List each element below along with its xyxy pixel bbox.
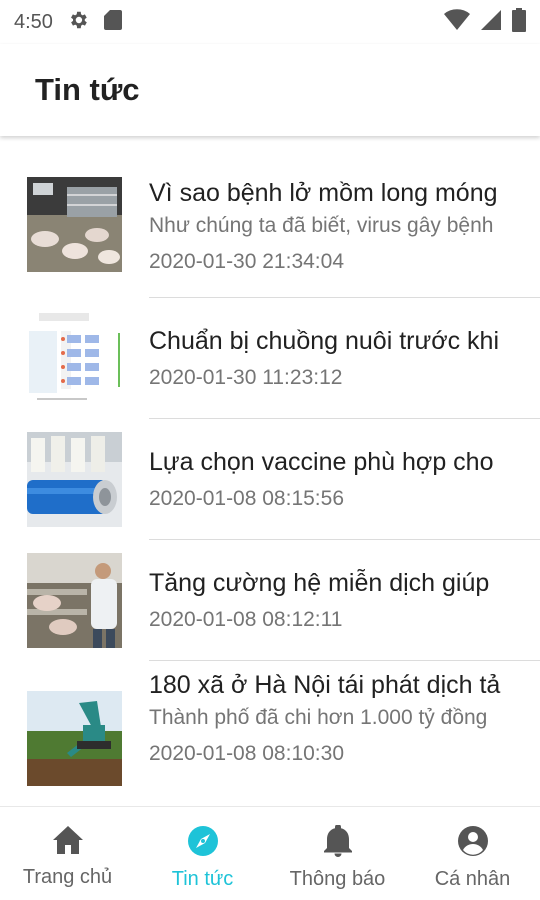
news-title: Tăng cường hệ miễn dịch giúp [149,568,490,597]
wifi-icon [444,8,470,36]
news-item[interactable]: Vì sao bệnh lở mồm long móng Như chúng t… [0,136,540,298]
news-list: Vì sao bệnh lở mồm long móng Như chúng t… [0,136,540,806]
status-bar: 4:50 [0,0,540,44]
news-date: 2020-01-30 21:34:04 [149,250,344,273]
news-item[interactable]: Lựa chọn vaccine phù hợp cho 2020-01-08 … [0,419,540,540]
news-thumbnail [27,553,122,648]
page-title: Tin tức [35,72,140,107]
sd-card-icon [103,9,123,36]
news-item[interactable]: Tăng cường hệ miễn dịch giúp 2020-01-08 … [0,540,540,661]
news-summary: Như chúng ta đã biết, virus gây bệnh [149,214,494,237]
app-bar: Tin tức [0,44,540,136]
settings-icon [67,9,89,36]
news-thumbnail [27,177,122,272]
nav-item-news[interactable]: Tin tức [135,807,270,900]
battery-icon [512,7,526,37]
news-item[interactable]: 180 xã ở Hà Nội tái phát dịch tả Thành p… [0,661,540,806]
nav-item-profile[interactable]: Cá nhân [405,807,540,900]
news-thumbnail [27,432,122,527]
nav-label: Cá nhân [434,868,511,890]
news-date: 2020-01-30 11:23:12 [149,365,343,389]
home-icon [52,825,84,860]
news-date: 2020-01-08 08:12:11 [149,607,343,631]
bell-icon [323,824,352,862]
news-summary: Thành phố đã chi hơn 1.000 tỷ đồng [149,706,488,729]
nav-item-notifications[interactable]: Thông báo [270,807,405,900]
news-title: Vì sao bệnh lở mồm long móng [149,179,498,207]
news-title: Lựa chọn vaccine phù hợp cho [149,447,494,476]
status-time: 4:50 [14,10,53,33]
bottom-navigation: Trang chủ Tin tức Thông báo Cá nhân [0,806,540,900]
news-thumbnail [27,691,122,786]
news-item[interactable]: Chuẩn bị chuồng nuôi trước khi 2020-01-3… [0,298,540,419]
news-date: 2020-01-08 08:10:30 [149,742,344,765]
account-circle-icon [457,825,489,862]
nav-item-home[interactable]: Trang chủ [0,807,135,900]
news-date: 2020-01-08 08:15:56 [149,486,344,510]
news-title: Chuẩn bị chuồng nuôi trước khi [149,326,499,355]
compass-icon [187,825,219,862]
news-title: 180 xã ở Hà Nội tái phát dịch tả [149,671,501,699]
nav-label: Tin tức [171,868,234,890]
news-thumbnail [27,311,122,406]
nav-label: Thông báo [289,868,386,890]
nav-label: Trang chủ [22,866,113,888]
cellular-signal-icon [480,9,502,36]
